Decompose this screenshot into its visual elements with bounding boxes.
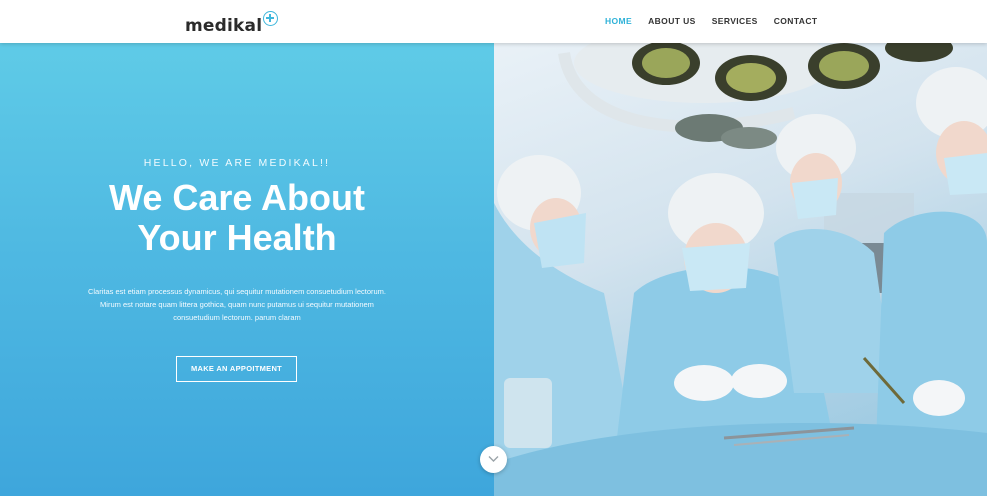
logo-text: medikal	[185, 16, 263, 36]
hero-headline-line-2: Your Health	[137, 217, 337, 258]
hero-eyebrow: HELLO, WE ARE MEDIKAL!!	[143, 157, 331, 169]
nav-item-about-us[interactable]: ABOUT US	[648, 16, 696, 26]
medical-cross-icon	[263, 11, 279, 26]
logo[interactable]: medikal	[185, 10, 279, 36]
scroll-down-button[interactable]	[480, 446, 507, 473]
make-appointment-button[interactable]: MAKE AN APPOITMENT	[176, 356, 297, 382]
nav-item-services[interactable]: SERVICES	[712, 16, 758, 26]
surgeons-operating-photo	[494, 43, 987, 496]
chevron-down-icon	[488, 456, 499, 462]
hero-description-line-1: Claritas est etiam processus dynamicus, …	[87, 287, 387, 296]
site-header: medikal HOME ABOUT US SERVICES CONTACT	[0, 0, 987, 43]
hero-section: HELLO, WE ARE MEDIKAL!! We Care About Yo…	[0, 43, 494, 496]
nav-item-contact[interactable]: CONTACT	[774, 16, 818, 26]
hero-headline-line-1: We Care About	[108, 177, 366, 218]
main-nav: HOME ABOUT US SERVICES CONTACT	[605, 16, 817, 26]
hero-description: Claritas est etiam processus dynamicus, …	[82, 285, 392, 324]
surgery-illustration	[494, 43, 987, 496]
hero-headline: We Care About Your Health	[0, 178, 474, 258]
nav-item-home[interactable]: HOME	[605, 16, 632, 26]
hero-description-line-3: consuetudium lectorum. parum claram	[173, 313, 301, 322]
hero-description-line-2: Mirum est notare quam littera gothica, q…	[100, 300, 374, 309]
